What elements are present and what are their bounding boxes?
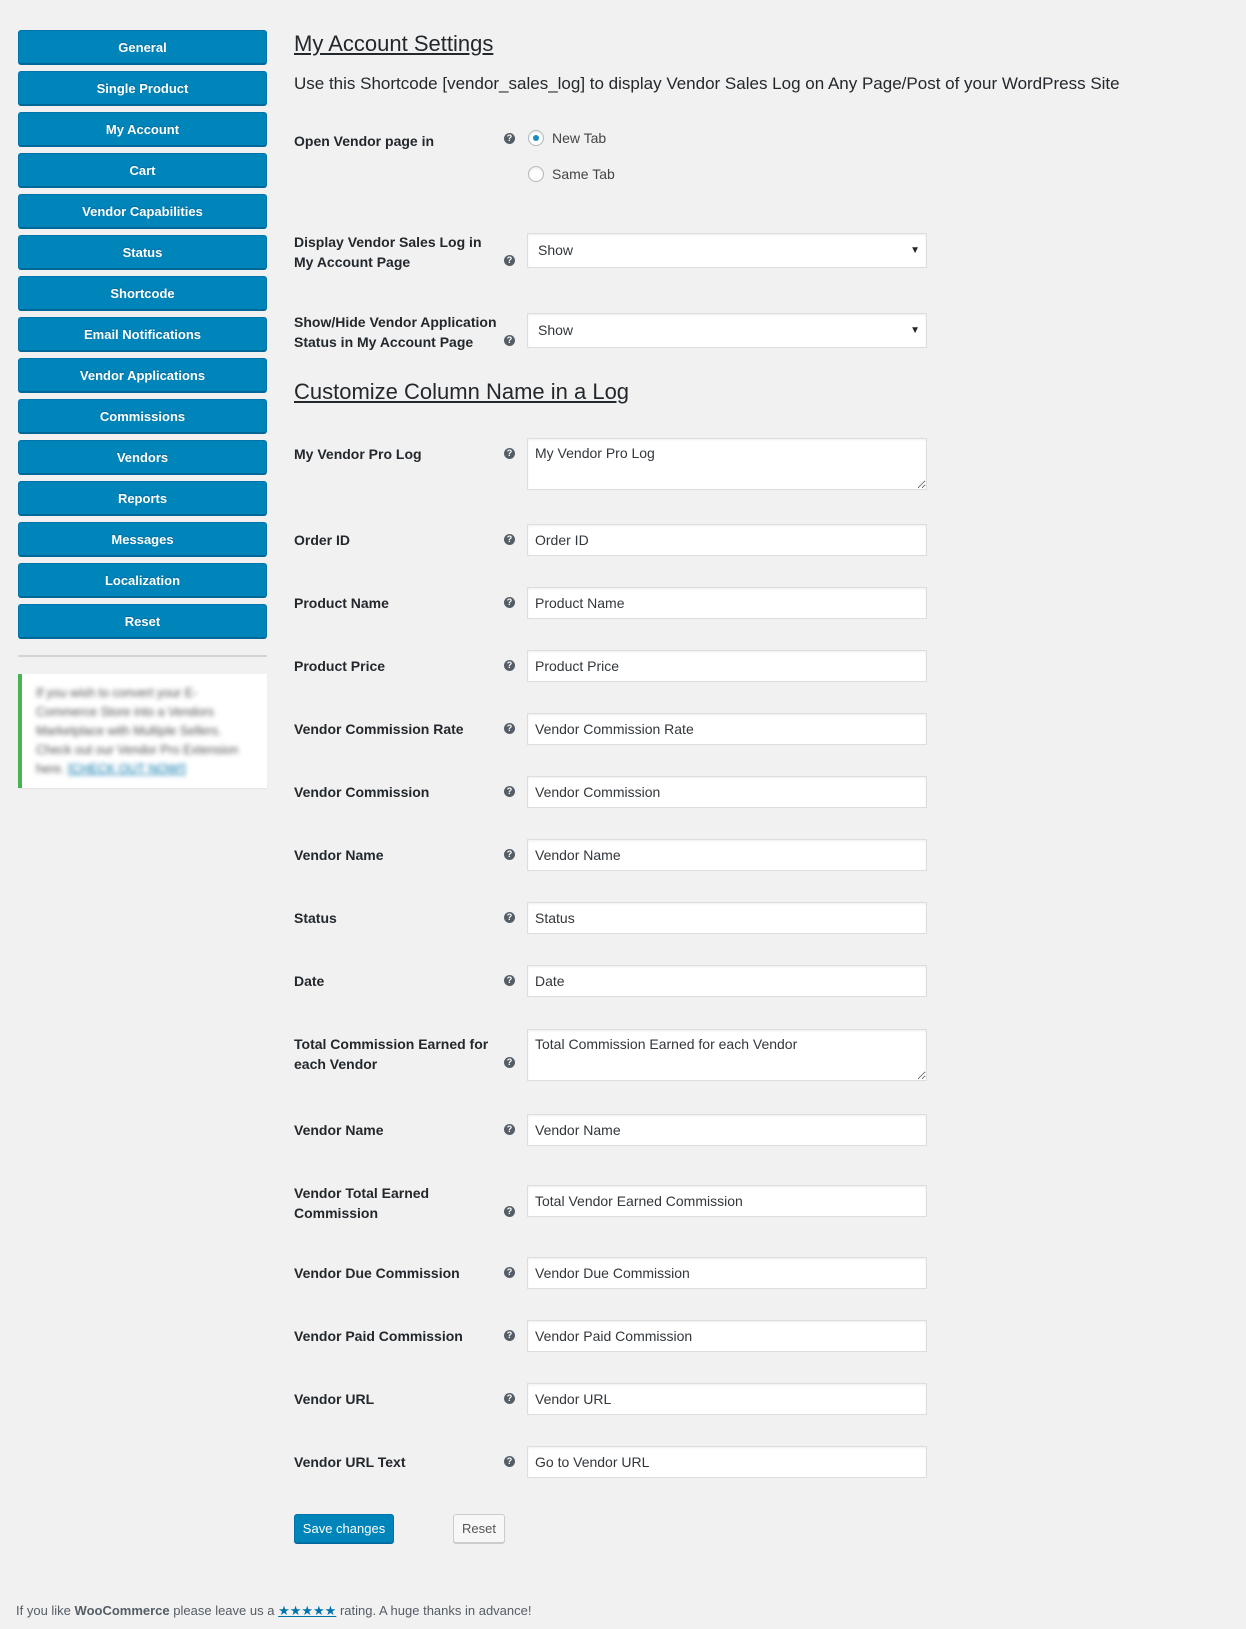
sidebar-item-email-notifications[interactable]: Email Notifications <box>18 317 267 352</box>
question-circle-icon[interactable]: ? <box>504 255 515 266</box>
vendor-url-text-input[interactable] <box>527 1446 927 1478</box>
order-id-input[interactable] <box>527 524 927 556</box>
field-label: Order ID <box>294 532 351 548</box>
sidebar-item-vendors[interactable]: Vendors <box>18 440 267 475</box>
radio-same-tab[interactable]: Same Tab <box>528 165 615 183</box>
sidebar-item-reset[interactable]: Reset <box>18 604 267 639</box>
reset-button[interactable]: Reset <box>453 1514 505 1543</box>
footer-brand: WooCommerce <box>74 1603 170 1618</box>
radio-new-tab-label: New Tab <box>552 130 607 146</box>
question-circle-icon[interactable]: ? <box>504 849 515 860</box>
sidebar-item-my-account[interactable]: My Account <box>18 112 267 147</box>
display-sales-log-select[interactable]: Show ▼ <box>527 233 927 268</box>
field-label: Total Commission Earned for each Vendor <box>294 1036 489 1072</box>
sidebar-item-reports[interactable]: Reports <box>18 481 267 516</box>
radio-new-tab[interactable]: New Tab <box>528 129 606 147</box>
application-status-select[interactable]: Show ▼ <box>527 313 927 348</box>
my-vendor-pro-log-textarea[interactable]: My Vendor Pro Log <box>527 438 927 490</box>
question-circle-icon[interactable]: ? <box>504 723 515 734</box>
question-circle-icon[interactable]: ? <box>504 597 515 608</box>
question-circle-icon[interactable]: ? <box>504 1124 515 1135</box>
page-title: My Account Settings <box>294 31 494 56</box>
question-circle-icon[interactable]: ? <box>504 912 515 923</box>
field-label: Vendor Name <box>294 1122 384 1138</box>
vendor-paid-commission-input[interactable] <box>527 1320 927 1352</box>
footer-prefix: If you like <box>16 1603 75 1618</box>
dropdown-arrow-icon: ▼ <box>910 245 920 256</box>
sidebar-item-shortcode[interactable]: Shortcode <box>18 276 267 311</box>
sidebar-item-messages[interactable]: Messages <box>18 522 267 557</box>
field-label: Date <box>294 973 325 989</box>
radio-button-checked[interactable] <box>528 130 544 146</box>
status-input[interactable] <box>527 902 927 934</box>
dropdown-arrow-icon: ▼ <box>910 325 920 336</box>
promo-notice: If you wish to convert your E-Commerce S… <box>18 674 267 788</box>
question-circle-icon[interactable]: ? <box>504 1267 515 1278</box>
sidebar-item-commissions[interactable]: Commissions <box>18 399 267 434</box>
application-status-label: Show/Hide Vendor Application Status in M… <box>294 314 497 350</box>
section-title: Customize Column Name in a Log <box>294 379 630 404</box>
promo-notice-link[interactable]: [CHECK OUT NOW!] <box>68 762 186 776</box>
application-status-value: Show <box>538 322 574 338</box>
question-circle-icon[interactable]: ? <box>504 1057 515 1068</box>
vendor-commission-input[interactable] <box>527 776 927 808</box>
question-circle-icon[interactable]: ? <box>504 1393 515 1404</box>
rating-stars-link[interactable]: ★★★★★ <box>278 1603 336 1618</box>
total-commission-textarea[interactable]: Total Commission Earned for each Vendor <box>527 1029 927 1081</box>
field-label: Vendor Commission Rate <box>294 721 464 737</box>
vendor-due-commission-input[interactable] <box>527 1257 927 1289</box>
field-label: Product Name <box>294 595 389 611</box>
sidebar-item-cart[interactable]: Cart <box>18 153 267 188</box>
promo-notice-content: If you wish to convert your E-Commerce S… <box>36 684 255 779</box>
footer-rating-text: If you like WooCommerce please leave us … <box>16 1603 531 1619</box>
question-circle-icon[interactable]: ? <box>504 534 515 545</box>
save-changes-button[interactable]: Save changes <box>294 1514 394 1543</box>
shortcode-description: Use this Shortcode [vendor_sales_log] to… <box>294 74 1120 93</box>
sidebar-item-single-product[interactable]: Single Product <box>18 71 267 106</box>
question-circle-icon[interactable]: ? <box>504 1330 515 1341</box>
question-circle-icon[interactable]: ? <box>504 786 515 797</box>
field-label: Vendor Due Commission <box>294 1265 460 1281</box>
vendor-total-earned-input[interactable] <box>527 1185 927 1217</box>
field-label: Vendor Commission <box>294 784 430 800</box>
date-input[interactable] <box>527 965 927 997</box>
question-circle-icon[interactable]: ? <box>504 335 515 346</box>
vendor-commission-rate-input[interactable] <box>527 713 927 745</box>
sidebar-item-general[interactable]: General <box>18 30 267 65</box>
footer-suffix: rating. A huge thanks in advance! <box>336 1603 532 1618</box>
field-label: Vendor Name <box>294 847 384 863</box>
open-vendor-label: Open Vendor page in <box>294 133 435 149</box>
question-circle-icon[interactable]: ? <box>504 133 515 144</box>
field-label: Vendor URL <box>294 1391 375 1407</box>
field-label: Product Price <box>294 658 386 674</box>
question-circle-icon[interactable]: ? <box>504 1456 515 1467</box>
vendor-name-total-input[interactable] <box>527 1114 927 1146</box>
vendor-name-input[interactable] <box>527 839 927 871</box>
question-circle-icon[interactable]: ? <box>504 975 515 986</box>
sidebar-item-localization[interactable]: Localization <box>18 563 267 598</box>
field-label: Vendor Paid Commission <box>294 1328 463 1344</box>
field-label: My Vendor Pro Log <box>294 446 422 462</box>
vendor-url-input[interactable] <box>527 1383 927 1415</box>
field-label: Status <box>294 910 337 926</box>
display-sales-log-label: Display Vendor Sales Log in My Account P… <box>294 234 482 270</box>
field-label: Vendor URL Text <box>294 1454 406 1470</box>
product-price-input[interactable] <box>527 650 927 682</box>
sidebar-item-vendor-applications[interactable]: Vendor Applications <box>18 358 267 393</box>
display-sales-log-value: Show <box>538 242 574 258</box>
question-circle-icon[interactable]: ? <box>504 448 515 459</box>
field-label: Vendor Total Earned Commission <box>294 1185 430 1221</box>
product-name-input[interactable] <box>527 587 927 619</box>
sidebar-divider <box>18 655 267 657</box>
sidebar-item-status[interactable]: Status <box>18 235 267 270</box>
footer-middle: please leave us a <box>169 1603 279 1618</box>
question-circle-icon[interactable]: ? <box>504 1206 515 1217</box>
settings-sidebar: General Single Product My Account Cart V… <box>18 30 267 645</box>
sidebar-item-vendor-capabilities[interactable]: Vendor Capabilities <box>18 194 267 229</box>
question-circle-icon[interactable]: ? <box>504 660 515 671</box>
radio-button[interactable] <box>528 166 544 182</box>
radio-same-tab-label: Same Tab <box>552 166 615 182</box>
